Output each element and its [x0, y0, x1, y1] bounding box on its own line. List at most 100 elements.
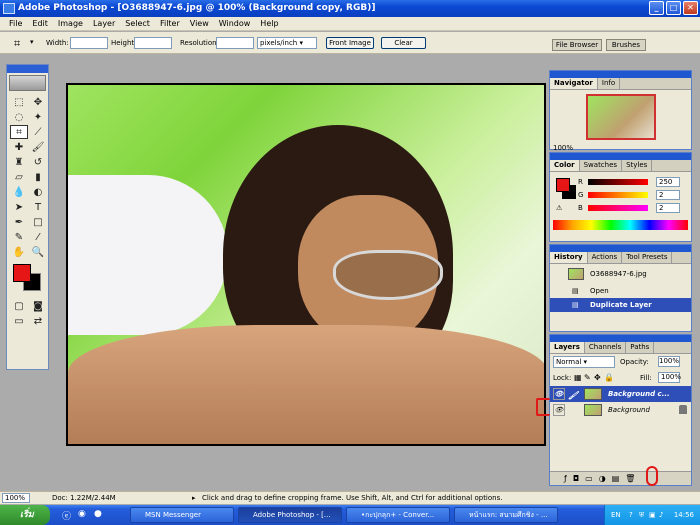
standard-mode-icon[interactable]: ▢ — [10, 299, 28, 313]
document-canvas[interactable] — [66, 83, 546, 446]
adobe-online-icon[interactable] — [9, 75, 46, 91]
resolution-input[interactable] — [216, 37, 254, 49]
healing-brush-tool-icon[interactable]: ✚ — [10, 140, 28, 154]
resolution-unit-select[interactable]: pixels/inch ▾ — [257, 37, 317, 49]
quick-launch-ie-icon[interactable]: ⓔ — [62, 509, 71, 522]
fill-input[interactable]: 100% — [658, 372, 681, 383]
toolbox-title-bar[interactable] — [7, 65, 48, 73]
front-image-button[interactable]: Front Image — [326, 37, 374, 49]
layer-background-copy[interactable]: 👁 🖌 Background c... — [550, 386, 691, 402]
history-snapshot[interactable]: O3688947-6.jpg — [550, 264, 691, 284]
menu-window[interactable]: Window — [214, 17, 256, 31]
tab-navigator[interactable]: Navigator — [550, 78, 598, 89]
tab-channels[interactable]: Channels — [585, 342, 627, 353]
lock-position-icon[interactable]: ✥ — [594, 373, 601, 382]
panel-title-bar[interactable] — [550, 153, 691, 160]
lock-transparency-icon[interactable]: ▦ — [574, 373, 582, 382]
new-adjustment-layer-icon[interactable]: ◑ — [599, 472, 606, 485]
brushes-tab[interactable]: Brushes — [606, 39, 646, 51]
panel-title-bar[interactable] — [550, 71, 691, 78]
new-layer-set-icon[interactable]: ▭ — [585, 472, 593, 485]
tab-swatches[interactable]: Swatches — [580, 160, 623, 171]
marquee-tool-icon[interactable]: ⬚ — [10, 95, 28, 109]
tab-color[interactable]: Color — [550, 160, 580, 171]
path-selection-tool-icon[interactable]: ➤ — [10, 200, 28, 214]
screen-mode-icon[interactable]: ▭ — [10, 314, 28, 328]
width-input[interactable] — [70, 37, 108, 49]
close-button[interactable]: ✕ — [683, 1, 698, 15]
blur-tool-icon[interactable]: 💧 — [10, 185, 28, 199]
notes-tool-icon[interactable]: ✎ — [10, 230, 28, 244]
tab-actions[interactable]: Actions — [588, 252, 623, 263]
type-tool-icon[interactable]: T — [29, 200, 47, 214]
history-item-duplicate-layer[interactable]: ▤ Duplicate Layer — [550, 298, 691, 312]
tab-history[interactable]: History — [550, 252, 588, 263]
menu-image[interactable]: Image — [53, 17, 88, 31]
green-slider[interactable] — [588, 192, 648, 198]
history-item-open[interactable]: ▤ Open — [550, 284, 691, 298]
taskbar-photoshop[interactable]: Adobe Photoshop - [... — [238, 507, 342, 523]
tab-styles[interactable]: Styles — [622, 160, 653, 171]
color-spectrum-bar[interactable] — [553, 220, 688, 230]
blend-mode-select[interactable]: Normal ▾ — [553, 356, 615, 368]
visibility-eye-icon[interactable]: 👁 — [553, 388, 565, 400]
navigator-zoom[interactable]: 100% — [550, 144, 691, 152]
zoom-tool-icon[interactable]: 🔍 — [29, 245, 47, 259]
green-value-input[interactable]: 2 — [656, 190, 680, 200]
pen-tool-icon[interactable]: ✒ — [10, 215, 28, 229]
menu-view[interactable]: View — [185, 17, 214, 31]
layer-mask-icon[interactable]: ◘ — [573, 472, 579, 485]
start-button[interactable]: เริ่ม — [0, 505, 50, 525]
blue-slider[interactable] — [588, 205, 648, 211]
opacity-input[interactable]: 100% — [658, 356, 680, 367]
menu-file[interactable]: File — [4, 17, 27, 31]
menu-edit[interactable]: Edit — [27, 17, 53, 31]
clear-button[interactable]: Clear — [381, 37, 426, 49]
menu-select[interactable]: Select — [120, 17, 155, 31]
layer-background[interactable]: 👁 Background — [550, 402, 691, 418]
eyedropper-tool-icon[interactable]: ⁄ — [29, 230, 47, 244]
jump-to-imageready-icon[interactable]: ⇄ — [29, 314, 47, 328]
color-foreground-swatch[interactable] — [556, 178, 570, 192]
status-arrow-icon[interactable]: ▸ — [192, 492, 196, 504]
menu-help[interactable]: Help — [255, 17, 283, 31]
height-input[interactable] — [134, 37, 172, 49]
history-brush-tool-icon[interactable]: ↺ — [29, 155, 47, 169]
visibility-eye-icon[interactable]: 👁 — [553, 404, 565, 416]
tray-network-icon[interactable]: ▣ — [649, 505, 656, 525]
layer-style-icon[interactable]: ƒ — [564, 472, 567, 485]
gamut-warning-icon[interactable]: ⚠ — [556, 204, 562, 212]
move-tool-icon[interactable]: ✥ — [29, 95, 47, 109]
menu-layer[interactable]: Layer — [88, 17, 120, 31]
tray-help-icon[interactable]: ? — [629, 505, 633, 525]
tray-shield-icon[interactable]: ⛨ — [639, 505, 644, 525]
panel-title-bar[interactable] — [550, 335, 691, 342]
quick-mask-mode-icon[interactable]: ◙ — [29, 299, 47, 313]
tab-tool-presets[interactable]: Tool Presets — [622, 252, 673, 263]
magic-wand-tool-icon[interactable]: ✦ — [29, 110, 47, 124]
eraser-tool-icon[interactable]: ▱ — [10, 170, 28, 184]
navigator-thumbnail[interactable] — [585, 94, 656, 140]
red-value-input[interactable]: 250 — [656, 177, 680, 187]
tray-volume-icon[interactable]: ♪ — [659, 505, 663, 525]
new-layer-icon[interactable]: ▤ — [612, 472, 620, 485]
foreground-color-swatch[interactable] — [13, 264, 31, 282]
lasso-tool-icon[interactable]: ◌ — [10, 110, 28, 124]
tab-info[interactable]: Info — [598, 78, 621, 89]
file-browser-tab[interactable]: File Browser — [552, 39, 602, 51]
lock-all-icon[interactable]: 🔒 — [604, 373, 614, 382]
maximize-button[interactable]: □ — [666, 1, 681, 15]
tool-preset-chevron-icon[interactable]: ▾ — [30, 38, 34, 46]
red-slider[interactable] — [588, 179, 648, 185]
language-indicator[interactable]: EN — [611, 505, 621, 525]
crop-tool-icon[interactable]: ⌗ — [10, 125, 28, 139]
blue-value-input[interactable]: 2 — [656, 203, 680, 213]
panel-title-bar[interactable] — [550, 245, 691, 252]
minimize-button[interactable]: _ — [649, 1, 664, 15]
dodge-tool-icon[interactable]: ◐ — [29, 185, 47, 199]
slice-tool-icon[interactable]: ⟋ — [29, 125, 47, 139]
taskbar-msn-messenger[interactable]: MSN Messenger — [130, 507, 234, 523]
tab-layers[interactable]: Layers — [550, 342, 585, 353]
taskbar-browser[interactable]: หน้าแรก: สนามศึกชิง - ... — [454, 507, 558, 523]
status-doc-size[interactable]: Doc: 1.22M/2.44M — [52, 492, 116, 504]
